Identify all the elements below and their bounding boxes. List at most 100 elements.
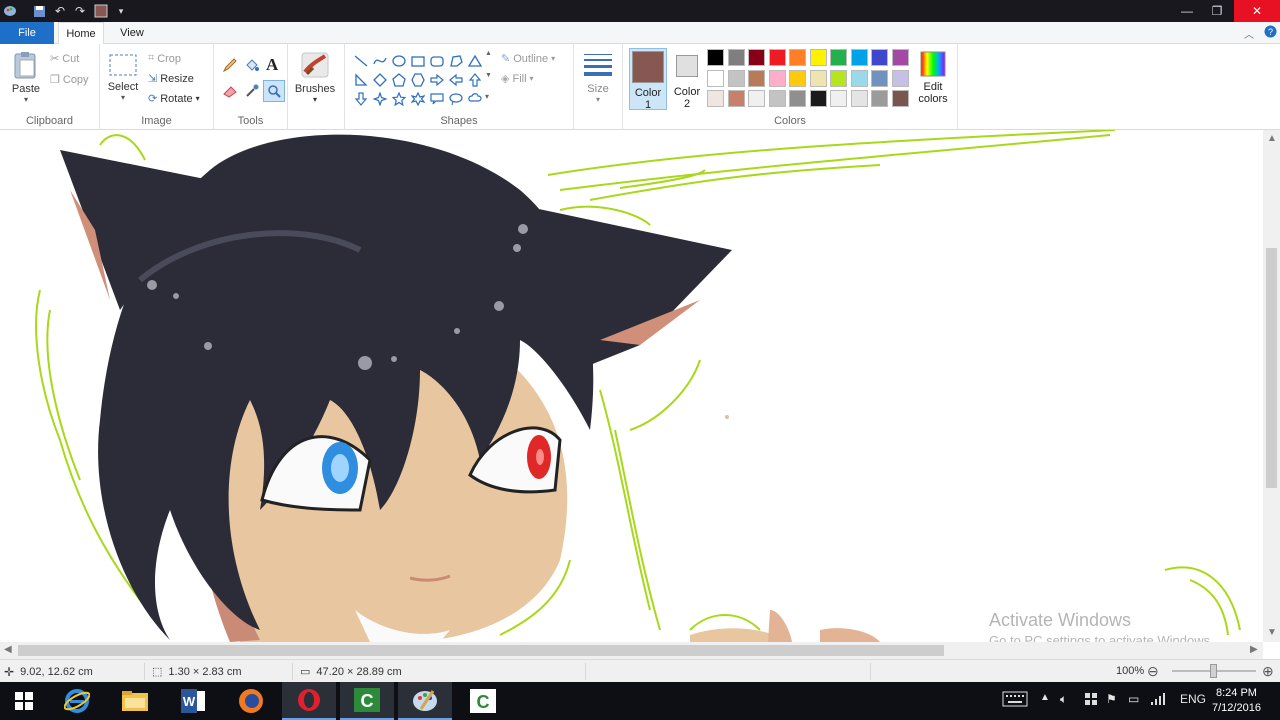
shapes-scroll-down-icon[interactable]: ▼ bbox=[485, 72, 492, 79]
zoom-slider[interactable] bbox=[1172, 664, 1256, 678]
show-hidden-icons[interactable]: ▲ bbox=[1040, 692, 1050, 703]
shapes-expand-icon[interactable]: ▾ bbox=[485, 92, 489, 101]
outline-button[interactable]: ✎ Outline ▾ bbox=[501, 52, 555, 66]
palette-swatch[interactable] bbox=[707, 69, 724, 87]
palette-swatch[interactable] bbox=[871, 90, 888, 107]
tab-home[interactable]: Home bbox=[58, 22, 104, 45]
copy-button[interactable]: ❐ Copy bbox=[50, 73, 89, 87]
palette-swatch[interactable] bbox=[727, 69, 745, 87]
palette-swatch[interactable] bbox=[871, 69, 888, 87]
firefox-icon[interactable] bbox=[224, 682, 278, 720]
up-arrow-shape-icon[interactable] bbox=[465, 70, 484, 89]
oval-shape-icon[interactable] bbox=[389, 51, 408, 70]
color-picker-icon[interactable] bbox=[244, 83, 260, 102]
horizontal-scrollbar[interactable]: ◀ ▶ bbox=[0, 642, 1263, 659]
palette-swatch[interactable] bbox=[789, 49, 806, 66]
palette-swatch[interactable] bbox=[707, 90, 724, 107]
magnifier-icon[interactable] bbox=[263, 80, 285, 102]
zoom-slider-knob[interactable] bbox=[1210, 664, 1217, 678]
palette-swatch[interactable] bbox=[727, 90, 745, 107]
palette-swatch[interactable] bbox=[871, 49, 888, 66]
four-point-star-icon[interactable] bbox=[370, 89, 389, 108]
undo-icon[interactable]: ↶ bbox=[52, 3, 68, 19]
curve-shape-icon[interactable] bbox=[370, 51, 389, 70]
shapes-scroll-up-icon[interactable]: ▲ bbox=[485, 50, 492, 57]
keyboard-icon[interactable] bbox=[1002, 691, 1028, 710]
drawing-canvas[interactable]: Activate Windows Go to PC settings to ac… bbox=[0, 130, 1280, 642]
palette-swatch[interactable] bbox=[850, 69, 868, 87]
flag-icon[interactable]: ⚑ bbox=[1106, 692, 1117, 706]
polygon-shape-icon[interactable] bbox=[446, 51, 465, 70]
vertical-scrollbar[interactable]: ▲ ▼ bbox=[1263, 130, 1280, 642]
palette-swatch[interactable] bbox=[707, 49, 724, 66]
color1-button[interactable]: Color 1 bbox=[629, 48, 667, 111]
rectangle-shape-icon[interactable] bbox=[408, 51, 427, 70]
word-icon[interactable]: W bbox=[166, 682, 220, 720]
quick-access-color-icon[interactable] bbox=[93, 3, 109, 19]
input-language[interactable]: ENG bbox=[1180, 692, 1206, 706]
palette-swatch[interactable] bbox=[891, 49, 909, 66]
crop-button[interactable]: ⌗ Crop bbox=[148, 52, 181, 65]
volume-icon[interactable]: 🔈︎ bbox=[1060, 692, 1067, 707]
maximize-button[interactable]: ❐ bbox=[1202, 0, 1232, 22]
scroll-up-icon[interactable]: ▲ bbox=[1267, 133, 1277, 144]
fill-button[interactable]: ◈ Fill ▾ bbox=[501, 72, 534, 86]
scroll-left-icon[interactable]: ◀ bbox=[4, 644, 12, 655]
palette-swatch[interactable] bbox=[789, 69, 806, 87]
collapse-ribbon-icon[interactable]: ︿ bbox=[1244, 26, 1254, 41]
select-dropdown-icon[interactable]: ▾ bbox=[106, 93, 140, 102]
minimize-button[interactable]: — bbox=[1172, 0, 1202, 22]
palette-swatch[interactable] bbox=[748, 90, 765, 107]
palette-swatch[interactable] bbox=[768, 69, 786, 87]
brushes-button[interactable]: Brushes ▾ bbox=[292, 50, 338, 104]
network-icon[interactable]: ▭ bbox=[1128, 692, 1139, 706]
save-icon[interactable] bbox=[31, 3, 47, 19]
opera-icon[interactable] bbox=[282, 682, 336, 720]
resize-button[interactable]: ⇲ Resize bbox=[148, 72, 194, 86]
scroll-down-icon[interactable]: ▼ bbox=[1267, 627, 1277, 638]
oval-callout-icon[interactable] bbox=[446, 89, 465, 108]
palette-swatch[interactable] bbox=[830, 69, 847, 87]
file-explorer-icon[interactable] bbox=[108, 682, 162, 720]
palette-swatch[interactable] bbox=[891, 90, 909, 107]
action-center-icon[interactable] bbox=[1084, 692, 1098, 709]
down-arrow-shape-icon[interactable] bbox=[351, 89, 370, 108]
palette-swatch[interactable] bbox=[809, 49, 827, 66]
rounded-rectangle-shape-icon[interactable] bbox=[427, 51, 446, 70]
windows-start-icon[interactable] bbox=[0, 682, 48, 720]
cloud-callout-icon[interactable] bbox=[465, 89, 484, 108]
system-clock[interactable]: 8:24 PM 7/12/2016 bbox=[1212, 686, 1261, 716]
triangle-shape-icon[interactable] bbox=[465, 51, 484, 70]
six-point-star-icon[interactable] bbox=[408, 89, 427, 108]
select-button[interactable]: Select ▾ bbox=[106, 52, 140, 102]
size-button[interactable]: Size ▾ bbox=[578, 50, 618, 104]
palette-swatch[interactable] bbox=[789, 90, 806, 107]
palette-swatch[interactable] bbox=[809, 90, 827, 107]
palette-swatch[interactable] bbox=[891, 69, 909, 87]
palette-swatch[interactable] bbox=[850, 49, 868, 66]
rotate-button[interactable]: ⟳ Rotate ▾ bbox=[148, 92, 200, 106]
camtasia-recorder-icon[interactable]: C bbox=[340, 682, 394, 720]
help-icon[interactable]: ? bbox=[1264, 25, 1277, 41]
palette-swatch[interactable] bbox=[748, 69, 765, 87]
vertical-scroll-thumb[interactable] bbox=[1266, 248, 1277, 488]
diamond-shape-icon[interactable] bbox=[370, 70, 389, 89]
tab-file[interactable]: File bbox=[0, 22, 54, 44]
palette-swatch[interactable] bbox=[748, 49, 765, 66]
palette-swatch[interactable] bbox=[727, 49, 745, 66]
five-point-star-icon[interactable] bbox=[389, 89, 408, 108]
right-triangle-shape-icon[interactable] bbox=[351, 70, 370, 89]
paste-dropdown-icon[interactable]: ▾ bbox=[6, 95, 46, 104]
paint-icon[interactable] bbox=[398, 682, 452, 720]
text-icon[interactable]: A bbox=[266, 55, 278, 75]
edit-colors-button[interactable]: Edit colors bbox=[915, 50, 951, 105]
redo-icon[interactable]: ↷ bbox=[72, 3, 88, 19]
horizontal-scroll-thumb[interactable] bbox=[18, 645, 944, 656]
hexagon-shape-icon[interactable] bbox=[408, 70, 427, 89]
fill-bucket-icon[interactable] bbox=[244, 57, 260, 76]
right-arrow-shape-icon[interactable] bbox=[427, 70, 446, 89]
internet-explorer-icon[interactable] bbox=[50, 682, 104, 720]
cut-button[interactable]: ✂ Cut bbox=[50, 52, 79, 66]
pencil-icon[interactable] bbox=[222, 57, 238, 76]
eraser-icon[interactable] bbox=[222, 83, 238, 102]
